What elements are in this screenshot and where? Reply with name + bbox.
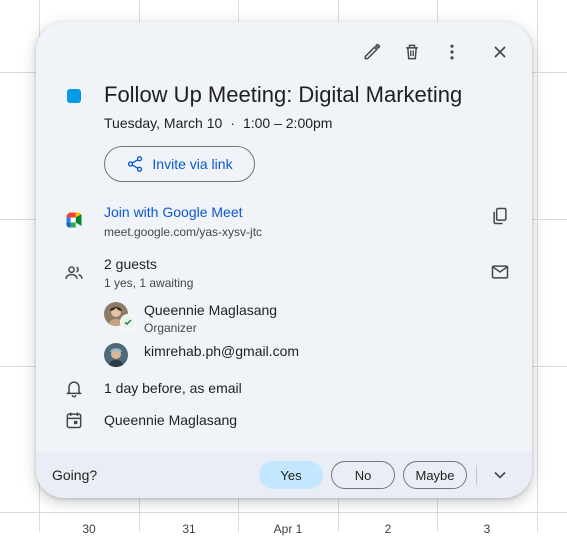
email-guests-button[interactable] — [488, 260, 512, 284]
chevron-down-icon — [494, 471, 506, 479]
accepted-check-icon — [120, 314, 136, 330]
rsvp-maybe-button[interactable]: Maybe — [403, 461, 467, 489]
event-date: Tuesday, March 10 — [104, 115, 223, 131]
date-label[interactable]: 30 — [39, 522, 139, 536]
more-options-icon — [450, 44, 454, 60]
event-details-popup: Follow Up Meeting: Digital Marketing Tue… — [36, 22, 532, 498]
share-icon — [128, 156, 143, 172]
date-label[interactable]: 31 — [139, 522, 239, 536]
delete-icon — [406, 44, 418, 60]
guests-count: 2 guests — [104, 256, 157, 272]
people-icon — [63, 262, 85, 284]
date-label[interactable]: 2 — [338, 522, 438, 536]
calendar-icon — [63, 409, 85, 431]
invite-label: Invite via link — [152, 156, 233, 172]
event-title: Follow Up Meeting: Digital Marketing — [104, 82, 463, 107]
edit-event-button[interactable] — [358, 38, 386, 66]
date-label[interactable]: 3 — [437, 522, 537, 536]
event-color-swatch — [67, 89, 81, 103]
datetime-separator: · — [230, 115, 235, 131]
more-options-button[interactable] — [438, 38, 466, 66]
grid-line — [537, 0, 538, 532]
copy-meet-link-button[interactable] — [488, 204, 512, 228]
grid-line — [0, 512, 567, 513]
bell-icon — [63, 377, 85, 399]
event-time: 1:00 – 2:00pm — [242, 115, 333, 131]
week-dates-row: 30 31 Apr 1 2 3 — [0, 520, 567, 536]
delete-event-button[interactable] — [398, 38, 426, 66]
invite-via-link-button[interactable]: Invite via link — [104, 146, 255, 182]
calendar-owner: Queennie Maglasang — [104, 412, 238, 428]
edit-icon — [364, 43, 381, 60]
avatar — [104, 343, 128, 367]
rsvp-no-button[interactable]: No — [331, 461, 395, 489]
rsvp-prompt: Going? — [52, 467, 98, 483]
guest-item[interactable]: kimrehab.ph@gmail.com — [104, 343, 434, 373]
close-icon — [494, 46, 506, 58]
guest-item[interactable]: Queennie Maglasang Organizer — [104, 302, 434, 335]
guest-name: Queennie Maglasang — [144, 302, 278, 318]
date-label[interactable]: Apr 1 — [238, 522, 338, 536]
guests-status: 1 yes, 1 awaiting — [104, 276, 194, 290]
guest-role: Organizer — [144, 321, 197, 335]
mail-icon — [491, 265, 509, 279]
rsvp-bar: Going? Yes No Maybe — [36, 451, 532, 498]
guest-name: kimrehab.ph@gmail.com — [144, 343, 300, 359]
divider — [476, 465, 477, 485]
join-google-meet-link[interactable]: Join with Google Meet — [104, 204, 243, 220]
close-button[interactable] — [486, 38, 514, 66]
event-datetime: Tuesday, March 10 · 1:00 – 2:00pm — [104, 115, 332, 131]
copy-icon — [493, 207, 507, 225]
more-rsvp-options-button[interactable] — [488, 463, 512, 487]
reminder-text: 1 day before, as email — [104, 380, 242, 396]
meet-url: meet.google.com/yas-xysv-jtc — [104, 225, 263, 239]
rsvp-yes-button[interactable]: Yes — [259, 461, 323, 489]
google-meet-icon — [63, 209, 85, 231]
